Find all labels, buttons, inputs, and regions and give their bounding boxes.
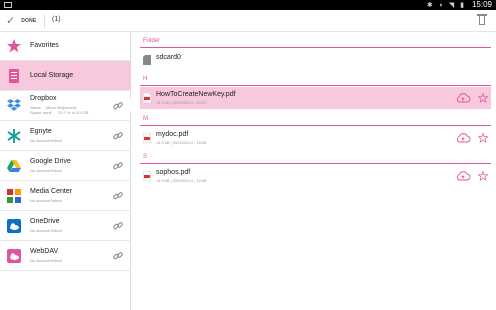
sidebar-item-google-drive[interactable]: Google Drive No account linked — [0, 151, 131, 181]
account-status: No account linked — [30, 198, 62, 203]
selection-caret — [124, 98, 131, 112]
screenshot-icon — [4, 2, 12, 8]
file-row[interactable]: sophos.pdf 14.9 kB | 20/03/2014 - 15:06 — [140, 165, 491, 187]
sidebar-item-local-storage[interactable]: Local Storage — [0, 61, 131, 91]
favorite-star-icon[interactable] — [478, 133, 488, 143]
file-name: mydoc.pdf — [156, 131, 189, 138]
star-icon — [7, 39, 21, 53]
file-list: Folder sdcard0 H HowToCreateNewKey.pdf 1… — [135, 32, 496, 310]
local-storage-icon — [9, 69, 19, 83]
sidebar-item-label: Local Storage — [30, 72, 74, 79]
file-name: sophos.pdf — [156, 169, 191, 176]
section-header-label: M — [143, 116, 148, 122]
section-header: S — [140, 153, 491, 164]
sidebar-item-egnyte[interactable]: Egnyte No account linked — [0, 121, 131, 151]
account-status: No account linked — [30, 228, 62, 233]
file-meta: 14.9 kB | 20/03/2014 - 15:06 — [156, 178, 207, 183]
sidebar-item-dropbox[interactable]: Dropbox Name: Mirza Mujkanovic Space use… — [0, 91, 131, 121]
done-button[interactable]: ✓ DONE — [6, 14, 36, 27]
cloud-upload-icon[interactable] — [455, 171, 471, 181]
section-header-label: Folder — [143, 38, 161, 44]
sidebar-item-label: Egnyte — [30, 128, 52, 135]
webdav-icon — [7, 249, 21, 263]
section-header-label: H — [143, 76, 148, 82]
space-used: 20.7 % of 3.5 GB — [58, 110, 89, 115]
sidebar-item-label: WebDAV — [30, 248, 59, 255]
sidebar-item-onedrive[interactable]: OneDrive No account linked — [0, 211, 131, 241]
status-icons: ✱ ◖ ◥ ▮ — [426, 2, 466, 9]
media-center-icon — [7, 189, 21, 203]
trash-icon[interactable] — [477, 14, 487, 25]
account-status: No account linked — [30, 258, 62, 263]
section-header: M — [140, 115, 491, 126]
folder-row[interactable]: sdcard0 — [140, 50, 491, 68]
pdf-file-icon — [143, 171, 151, 181]
favorite-star-icon[interactable] — [478, 93, 488, 103]
divider — [44, 14, 45, 28]
action-bar: ✓ DONE (1) — [0, 10, 496, 32]
sidebar-item-label: Dropbox — [30, 95, 57, 102]
dropbox-icon — [7, 99, 21, 111]
sd-card-icon — [143, 55, 151, 65]
file-row[interactable]: HowToCreateNewKey.pdf 14.9 kB | 20/03/20… — [140, 87, 491, 109]
link-icon[interactable] — [113, 131, 123, 141]
section-header: Folder — [140, 37, 491, 48]
sidebar-item-label: Google Drive — [30, 158, 71, 165]
sidebar: Favorites Local Storage Dropbox Name: Mi… — [0, 32, 131, 310]
favorite-star-icon[interactable] — [478, 171, 488, 181]
clock: 15:09 — [471, 0, 492, 9]
sidebar-item-media-center[interactable]: Media Center No account linked — [0, 181, 131, 211]
cloud-upload-icon[interactable] — [455, 133, 471, 143]
egnyte-icon — [7, 129, 21, 143]
status-bar: ✱ ◖ ◥ ▮ 15:09 — [0, 0, 496, 10]
link-icon[interactable] — [113, 221, 123, 231]
section-header: H — [140, 75, 491, 86]
google-drive-icon — [7, 160, 21, 172]
cloud-upload-icon[interactable] — [455, 93, 471, 103]
sidebar-item-label: OneDrive — [30, 218, 60, 225]
link-icon[interactable] — [113, 161, 123, 171]
space-used-label: Space used: — [30, 110, 53, 115]
done-label: DONE — [21, 17, 37, 24]
file-meta: 14.9 kB | 20/03/2014 - 15:07 — [156, 100, 207, 105]
file-meta: 14.9 kB | 20/03/2014 - 15:06 — [156, 140, 207, 145]
selection-count: (1) — [52, 16, 61, 23]
pdf-file-icon — [143, 133, 151, 143]
folder-name: sdcard0 — [156, 54, 181, 61]
section-header-label: S — [143, 154, 148, 160]
account-status: No account linked — [30, 138, 62, 143]
file-row[interactable]: mydoc.pdf 14.9 kB | 20/03/2014 - 15:06 — [140, 127, 491, 149]
onedrive-icon — [7, 219, 21, 233]
sidebar-item-favorites[interactable]: Favorites — [0, 32, 131, 61]
sidebar-item-label: Favorites — [30, 42, 59, 49]
link-icon[interactable] — [113, 191, 123, 201]
sidebar-item-webdav[interactable]: WebDAV No account linked — [0, 241, 131, 271]
check-icon: ✓ — [6, 15, 16, 27]
account-status: No account linked — [30, 168, 62, 173]
link-icon[interactable] — [113, 101, 123, 111]
pdf-file-icon — [143, 93, 151, 103]
file-name: HowToCreateNewKey.pdf — [156, 91, 236, 98]
link-icon[interactable] — [113, 251, 123, 261]
sidebar-item-label: Media Center — [30, 188, 73, 195]
